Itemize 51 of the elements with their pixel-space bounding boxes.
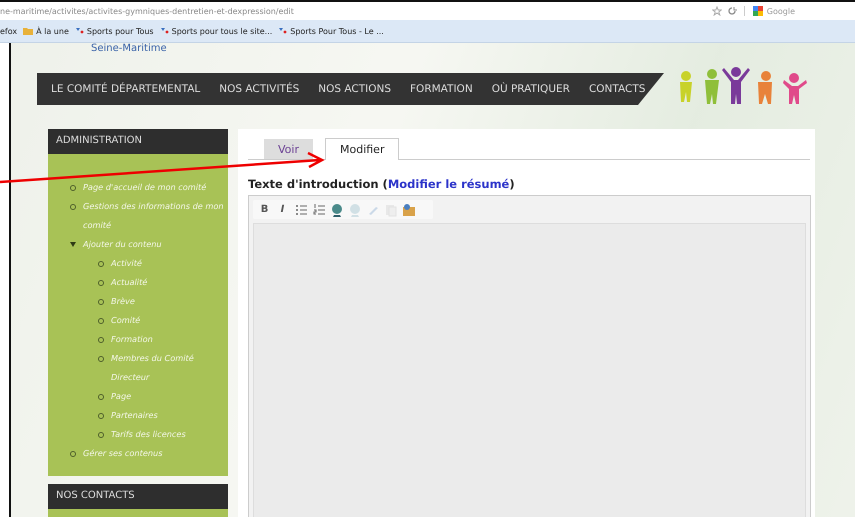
- bullet-icon: [98, 394, 104, 400]
- tab[interactable]: Voir: [264, 139, 313, 159]
- bullet-icon: [98, 412, 104, 418]
- bullet-icon: [70, 450, 76, 456]
- bullet-icon: [70, 204, 76, 210]
- summary-link[interactable]: Modifier le résumé: [388, 177, 510, 191]
- image-button[interactable]: [401, 202, 416, 217]
- bullet-list-icon: [294, 202, 308, 216]
- italic-button[interactable]: I: [275, 202, 290, 217]
- bookmark[interactable]: efox: [0, 26, 18, 36]
- bookmark[interactable]: Sports Pour Tous - Le ...: [278, 26, 384, 36]
- nav-link[interactable]: FORMATION: [410, 83, 473, 95]
- nav-link[interactable]: CONTACTS: [588, 83, 646, 95]
- bullet-icon: [98, 260, 104, 266]
- tab[interactable]: Modifier: [324, 138, 400, 160]
- bullet-icon: [98, 318, 104, 324]
- bold-button[interactable]: B: [257, 202, 272, 217]
- reload-icon[interactable]: [728, 6, 738, 16]
- bullet-icon: [98, 298, 104, 304]
- expand-triangle-icon[interactable]: [70, 242, 76, 247]
- search-engine-icon: [752, 6, 763, 16]
- favicon-icon: [278, 27, 288, 35]
- bullet-list-button[interactable]: [293, 202, 308, 217]
- globe-icon: [330, 202, 344, 216]
- nav-link[interactable]: LE COMITÉ DÉPARTEMENTAL: [51, 83, 200, 95]
- bullet-icon: [98, 336, 104, 342]
- nav-link[interactable]: OÙ PRATIQUER: [492, 83, 570, 95]
- star-icon[interactable]: [712, 6, 722, 16]
- globe-icon: [348, 202, 362, 216]
- bookmark[interactable]: Sports pour tous le site...: [160, 26, 272, 36]
- bullet-icon: [98, 432, 104, 438]
- sidebar-header: NOS CONTACTS: [48, 484, 228, 509]
- sidebar-header: ADMINISTRATION: [48, 129, 228, 154]
- numbered-list-icon: [312, 202, 326, 216]
- text-editor[interactable]: B I: [248, 195, 811, 517]
- bullet-icon: [98, 280, 104, 286]
- bookmark[interactable]: Sports pour Tous: [74, 26, 154, 36]
- address-url[interactable]: ne-maritime/activites/activites-gymniques-dentretien-et-dexpression/edit: [0, 6, 294, 16]
- globe-button[interactable]: [329, 202, 344, 217]
- bullet-icon: [98, 356, 104, 362]
- favicon-icon: [74, 27, 84, 35]
- site-subtitle: Seine-Maritime: [91, 43, 167, 54]
- favicon-icon: [160, 27, 169, 35]
- image-icon: [402, 202, 416, 216]
- bookmark[interactable]: À la une: [23, 26, 69, 36]
- bullet-icon: [70, 184, 76, 190]
- numbered-list-button[interactable]: [311, 202, 326, 217]
- nav-link[interactable]: NOS ACTIVITÉS: [219, 83, 300, 95]
- nav-link[interactable]: NOS ACTIONS: [318, 83, 392, 95]
- section-heading: Texte d'introduction (Modifier le résumé): [248, 177, 516, 191]
- folder-icon: [23, 26, 34, 36]
